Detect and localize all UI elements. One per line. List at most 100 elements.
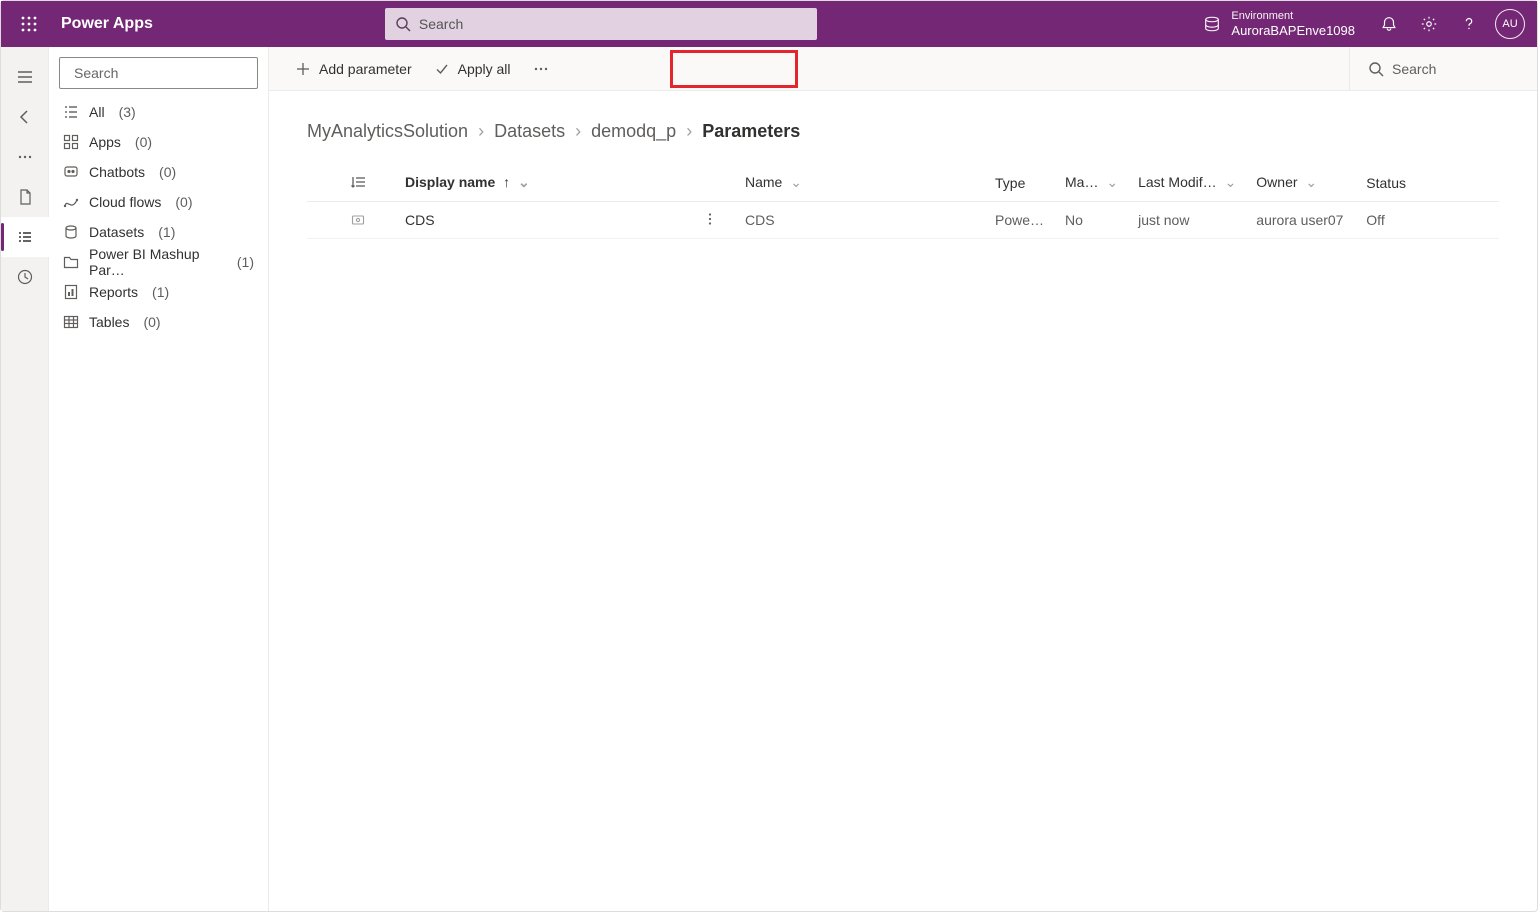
- panel-search[interactable]: [59, 57, 258, 89]
- search-icon: [395, 16, 411, 32]
- nav-label: Apps: [89, 134, 121, 150]
- environment-icon: [1203, 15, 1221, 33]
- col-managed[interactable]: Ma… ⌄: [1055, 166, 1128, 202]
- history-icon: [17, 269, 33, 285]
- add-parameter-label: Add parameter: [319, 61, 412, 77]
- left-rail: [1, 47, 49, 911]
- list-icon: [63, 104, 79, 120]
- rail-item-1[interactable]: [1, 177, 49, 217]
- list-icon: [17, 229, 33, 245]
- highlight-annotation: [670, 50, 798, 88]
- notifications-button[interactable]: [1369, 1, 1409, 47]
- app-launcher-button[interactable]: [9, 1, 49, 47]
- nav-apps[interactable]: Apps (0): [57, 127, 260, 157]
- row-select-cell[interactable]: [307, 202, 341, 239]
- breadcrumb-current: Parameters: [702, 121, 800, 142]
- table-header-row: Display name ↑ ⌄ Name ⌄ Type Ma… ⌄: [307, 166, 1499, 202]
- folder-icon: [63, 254, 79, 270]
- nav-cloud-flows[interactable]: Cloud flows (0): [57, 187, 260, 217]
- global-search-input[interactable]: [419, 16, 807, 32]
- nav-label: Chatbots: [89, 164, 145, 180]
- parameters-table: Display name ↑ ⌄ Name ⌄ Type Ma… ⌄: [307, 166, 1499, 239]
- nav-label: Reports: [89, 284, 138, 300]
- nav-label: Cloud flows: [89, 194, 161, 210]
- commandbar-search[interactable]: Search: [1349, 47, 1519, 90]
- col-type[interactable]: Type: [985, 166, 1055, 202]
- breadcrumb: MyAnalyticsSolution › Datasets › demodq_…: [307, 121, 1499, 142]
- chevron-down-icon: ⌄: [790, 174, 802, 190]
- settings-button[interactable]: [1409, 1, 1449, 47]
- rail-more[interactable]: [1, 137, 49, 177]
- nav-all[interactable]: All (3): [57, 97, 260, 127]
- rail-history[interactable]: [1, 257, 49, 297]
- breadcrumb-datasets[interactable]: Datasets: [494, 121, 565, 142]
- more-vertical-icon: [703, 212, 717, 226]
- col-last-modified[interactable]: Last Modif… ⌄: [1128, 166, 1246, 202]
- more-commands-button[interactable]: [525, 53, 557, 85]
- chevron-down-icon: ⌄: [518, 174, 530, 190]
- help-button[interactable]: [1449, 1, 1489, 47]
- table-icon: [63, 314, 79, 330]
- hamburger-icon: [17, 69, 33, 85]
- chatbot-icon: [63, 164, 79, 180]
- reorder-icon: [351, 175, 367, 191]
- document-icon: [17, 189, 33, 205]
- apply-all-label: Apply all: [458, 61, 511, 77]
- col-display-name[interactable]: Display name ↑ ⌄: [395, 166, 735, 202]
- col-name[interactable]: Name ⌄: [735, 166, 985, 202]
- chevron-right-icon: ›: [575, 121, 581, 142]
- cell-owner: aurora user07: [1246, 202, 1356, 239]
- nav-datasets[interactable]: Datasets (1): [57, 217, 260, 247]
- help-icon: [1460, 15, 1478, 33]
- dataset-icon: [63, 224, 79, 240]
- parameter-icon: [351, 213, 365, 227]
- col-status[interactable]: Status: [1356, 166, 1499, 202]
- user-avatar[interactable]: AU: [1495, 9, 1525, 39]
- environment-text: Environment AuroraBAPEnve1098: [1231, 10, 1355, 38]
- command-bar: Add parameter Apply all Search: [269, 47, 1537, 91]
- rail-back[interactable]: [1, 97, 49, 137]
- chevron-right-icon: ›: [478, 121, 484, 142]
- apply-all-button[interactable]: Apply all: [426, 53, 519, 85]
- panel-search-input[interactable]: [74, 65, 255, 81]
- cell-type: Power …: [985, 202, 1055, 239]
- nav-label: Tables: [89, 314, 129, 330]
- rail-hamburger[interactable]: [1, 57, 49, 97]
- nav-reports[interactable]: Reports (1): [57, 277, 260, 307]
- cell-name: CDS: [735, 202, 985, 239]
- apps-icon: [63, 134, 79, 150]
- nav-count: (1): [237, 254, 254, 270]
- sort-asc-icon: ↑: [503, 174, 510, 190]
- cell-display-name: CDS: [395, 202, 735, 239]
- nav-count: (1): [152, 284, 169, 300]
- environment-name: AuroraBAPEnve1098: [1231, 23, 1355, 38]
- more-horizontal-icon: [17, 149, 33, 165]
- chevron-down-icon: ⌄: [1305, 174, 1317, 190]
- row-more-button[interactable]: [695, 212, 725, 226]
- col-select[interactable]: [307, 166, 341, 202]
- row-type-icon-cell: [341, 202, 395, 239]
- rail-item-active[interactable]: [1, 217, 49, 257]
- global-search[interactable]: [385, 8, 817, 40]
- chevron-down-icon: ⌄: [1225, 174, 1237, 190]
- nav-count: (3): [119, 104, 136, 120]
- nav-count: (0): [159, 164, 176, 180]
- environment-picker[interactable]: Environment AuroraBAPEnve1098: [1189, 1, 1369, 47]
- breadcrumb-root[interactable]: MyAnalyticsSolution: [307, 121, 468, 142]
- nav-label: Datasets: [89, 224, 144, 240]
- nav-count: (1): [158, 224, 175, 240]
- cell-managed: No: [1055, 202, 1128, 239]
- col-owner[interactable]: Owner ⌄: [1246, 166, 1356, 202]
- table-row[interactable]: CDS CDS Power … No just now aurora user0…: [307, 202, 1499, 239]
- more-horizontal-icon: [533, 61, 549, 77]
- add-parameter-button[interactable]: Add parameter: [287, 53, 420, 85]
- breadcrumb-dataset-name[interactable]: demodq_p: [591, 121, 676, 142]
- user-initials: AU: [1502, 18, 1517, 30]
- nav-tables[interactable]: Tables (0): [57, 307, 260, 337]
- object-explorer: All (3) Apps (0) Chatbots (0) Cloud flow…: [49, 47, 269, 911]
- nav-chatbots[interactable]: Chatbots (0): [57, 157, 260, 187]
- bell-icon: [1380, 15, 1398, 33]
- environment-label: Environment: [1231, 10, 1355, 22]
- col-reorder[interactable]: [341, 166, 395, 202]
- nav-pbi-mashup[interactable]: Power BI Mashup Par… (1): [57, 247, 260, 277]
